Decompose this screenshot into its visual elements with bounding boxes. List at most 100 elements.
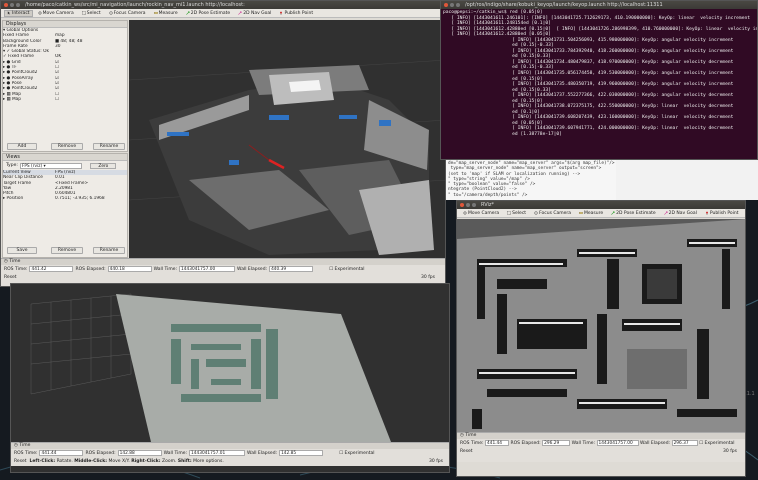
terminal-line: ed [1.38778e-17|0] [443,132,562,138]
move-camera-icon [463,211,467,215]
rename-display-button[interactable]: Rename [93,143,125,150]
rviz-3d-viewport[interactable] [129,20,446,258]
reset-button[interactable]: Reset [460,449,473,454]
tool-2d-pose-estimate[interactable]: 2D Pose Estimate [608,210,659,217]
pin-icon [705,211,708,215]
focus-icon [534,211,538,215]
hint-left-key: Left-Click: [29,459,56,464]
button-label: Remove [57,248,77,253]
tool-interact[interactable]: Interact [4,9,33,17]
lower-time-panel: ◷ Time ROS Time: 441.44 ROS Elapsed: 142… [11,442,449,458]
ros-elapsed-field[interactable]: 296.29 [542,440,571,446]
hint-right-text: Zoom. [160,459,178,464]
cursor-icon [7,11,11,15]
rviz2-map-viewport[interactable] [457,219,746,432]
remove-display-button[interactable]: Remove [51,143,83,150]
rviz-main-toolbar: Interact Move Camera Select Focus Camera… [1,9,445,18]
tool-publish-point[interactable]: Publish Point [276,10,316,17]
tool-publish-point[interactable]: Publish Point [702,210,742,217]
close-icon[interactable] [4,3,8,7]
maximize-icon[interactable] [16,3,20,7]
reset-button[interactable]: Reset [4,275,17,280]
hint-shift-text: More options. [191,459,224,464]
wall-elapsed-field[interactable]: 142.85 [279,450,324,456]
close-icon[interactable] [460,203,464,207]
rviz-main-titlebar: /home/paco/catkin_ws/src/mi_navigation/l… [1,1,445,9]
wall-time-label: Wall Time: [163,450,188,456]
fps-readout: 30 fps [429,459,443,464]
rviz-lower-window: ◷ Time ROS Time: 441.44 ROS Elapsed: 142… [10,283,450,473]
tool-label: Publish Point [709,210,739,216]
maximize-icon[interactable] [472,203,476,207]
views-tree[interactable]: Current View FPS (rviz) Near Clip Distanc… [3,170,127,202]
button-label: Save [16,248,28,253]
tool-select[interactable]: Select [504,210,529,217]
view-type-label: Type: [6,163,18,168]
views-header: Views [3,154,127,161]
green-arrow-icon [185,11,190,15]
close-icon[interactable] [444,3,448,7]
wall-elapsed-label: Wall Elapsed: [237,266,268,272]
terminal-line: [ INFO] [1443041735.480350719, 419.96000… [443,82,734,88]
tree-row[interactable]: ▸ Position 0.7511; -3.935; 6.1968 [3,196,127,201]
experimental-checkbox[interactable]: ☐ Experimental [329,267,364,272]
maximize-icon[interactable] [456,3,460,7]
experimental-checkbox[interactable]: ☐ Experimental [699,441,734,446]
minimize-icon[interactable] [10,3,14,7]
wall-time-label: Wall Time: [153,266,178,272]
hint-middle-text: Move X/Y. [107,459,132,464]
rviz2-titlebar: RViz* [457,201,745,209]
minimize-icon[interactable] [466,203,470,207]
zero-button[interactable]: Zero [89,162,116,169]
tool-2d-pose-estimate[interactable]: 2D Pose Estimate [183,10,234,17]
wall-time-field[interactable]: 1443041757.01 [189,450,246,456]
view-type-select[interactable]: FPS (rviz) ▾ [19,162,82,169]
tool-label: Publish Point [284,10,314,16]
reset-button[interactable]: Reset [14,459,27,464]
ros-elapsed-field[interactable]: 142.88 [117,450,162,456]
terminal-window[interactable]: /opt/ros/indigo/share/kobuki_keyop/launc… [440,0,758,160]
ros-time-label: ROS Time: [4,266,28,272]
terminal-line: [ INFO] [1443041737.552277366, 422.03000… [443,93,734,99]
tool-measure[interactable]: Measure [576,210,606,217]
tool-2d-nav-goal[interactable]: 2D Nav Goal [235,10,274,17]
lower-status-bar: Reset Left-Click: Rotate. Middle-Click: … [11,458,449,466]
tool-2d-nav-goal[interactable]: 2D Nav Goal [661,210,700,217]
tool-select[interactable]: Select [79,10,104,17]
wall-elapsed-field[interactable]: 296.37 [671,440,698,446]
experimental-checkbox[interactable]: ☐ Experimental [339,451,374,456]
tool-move-camera[interactable]: Move Camera [460,210,502,217]
tool-measure[interactable]: Measure [151,10,181,17]
tree-row-key: ▸ ▦ Map [3,96,22,102]
ros-time-field[interactable]: 441.44 [39,450,84,456]
save-view-button[interactable]: Save [7,247,37,254]
tree-row-key: ▸ Position [3,196,24,202]
wall-time-field[interactable]: 1443041757.00 [179,266,236,272]
tool-label: 2D Nav Goal [668,210,697,216]
displays-tree[interactable]: ▾ Global Options Fixed Frame map Backgrou… [3,28,127,102]
ros-time-field[interactable]: 441.44 [484,440,509,446]
ros-time-field[interactable]: 441.42 [29,266,74,272]
ros-time-label: ROS Time: [14,450,38,456]
editor-blank-area [616,160,758,200]
tree-row[interactable]: ▸ ▦ Map ☐ [3,97,127,102]
tool-focus-camera[interactable]: Focus Camera [106,10,149,17]
rviz-lower-viewport[interactable] [11,284,450,442]
wall-elapsed-field[interactable]: 440.39 [269,266,314,272]
tool-focus-camera[interactable]: Focus Camera [531,210,574,217]
time-title: Time [19,443,31,448]
tool-label: Focus Camera [539,210,572,216]
rviz2-toolbar: Move Camera Select Focus Camera Measure … [457,209,745,218]
ros-elapsed-field[interactable]: 440.18 [107,266,152,272]
add-display-button[interactable]: Add [7,143,37,150]
time-title: Time [9,259,21,264]
remove-view-button[interactable]: Remove [51,247,83,254]
launch-file-editor[interactable]: de="map_server_node" name="map_server" a… [446,160,616,200]
tool-move-camera[interactable]: Move Camera [35,10,77,17]
rename-view-button[interactable]: Rename [93,247,125,254]
button-label: Remove [57,144,77,149]
wall-time-field[interactable]: 1443041757.00 [596,440,639,446]
terminal-line: [ INFO] [1443041735.056174458, 419.53000… [443,71,734,77]
minimize-icon[interactable] [450,3,454,7]
ruler-icon [579,212,583,214]
